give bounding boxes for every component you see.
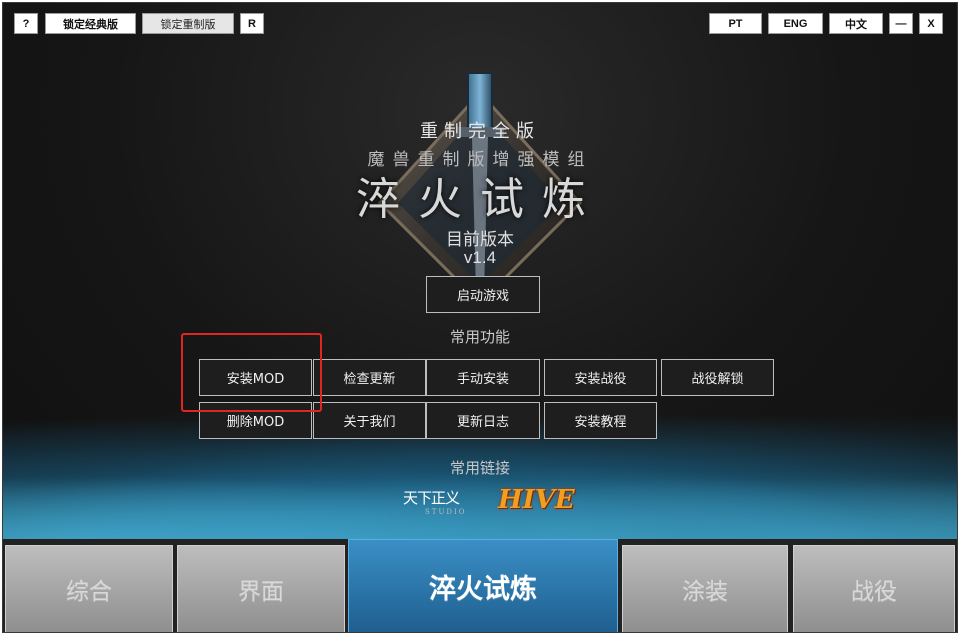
lang-zh-button[interactable]: 中文 — [829, 13, 883, 34]
tab-general[interactable]: 综合 — [5, 545, 173, 632]
r-button[interactable]: R — [240, 13, 264, 34]
lang-eng-button[interactable]: ENG — [768, 13, 823, 34]
changelog-button[interactable]: 更新日志 — [426, 402, 540, 439]
launcher-window: ? 锁定经典版 锁定重制版 R PT ENG 中文 — X 重制完全版 魔兽重制… — [2, 2, 958, 633]
tab-campaign[interactable]: 战役 — [793, 545, 955, 632]
blue-fire-glow — [3, 479, 957, 539]
logo1-sub: STUDIO — [425, 508, 467, 516]
common-functions-title: 常用功能 — [449, 328, 510, 346]
about-us-button[interactable]: 关于我们 — [313, 402, 426, 439]
logo2-text: HIVE — [498, 485, 575, 515]
help-button[interactable]: ? — [14, 13, 38, 34]
tab-interface[interactable]: 界面 — [177, 545, 345, 632]
version-value: v1.4 — [463, 248, 497, 267]
tianxia-studio-logo[interactable]: 天下正义 STUDIO — [403, 487, 473, 527]
install-tutorial-button[interactable]: 安装教程 — [544, 402, 657, 439]
bottom-tab-bar: 综合 界面 淬火试炼 涂装 战役 — [3, 539, 957, 632]
subtitle-line1: 重制完全版 — [420, 121, 540, 142]
main-title: 淬火试炼 — [356, 174, 604, 225]
campaign-unlock-button[interactable]: 战役解锁 — [661, 359, 774, 396]
launch-game-button[interactable]: 启动游戏 — [426, 276, 540, 313]
install-campaign-button[interactable]: 安装战役 — [544, 359, 657, 396]
check-update-button[interactable]: 检查更新 — [313, 359, 426, 396]
highlight-box — [181, 333, 322, 412]
tab-trial-of-fire[interactable]: 淬火试炼 — [348, 539, 618, 632]
common-links-title: 常用链接 — [449, 459, 510, 477]
minimize-button[interactable]: — — [889, 13, 913, 34]
logo1-text: 天下正义 — [403, 489, 460, 507]
hive-logo[interactable]: HIVE — [498, 485, 575, 525]
close-button[interactable]: X — [919, 13, 943, 34]
manual-install-button[interactable]: 手动安装 — [426, 359, 540, 396]
version-label: 目前版本 — [446, 230, 514, 250]
tab-skins[interactable]: 涂装 — [622, 545, 788, 632]
lock-reforged-button[interactable]: 锁定重制版 — [142, 13, 234, 34]
lang-pt-button[interactable]: PT — [709, 13, 762, 34]
lock-classic-button[interactable]: 锁定经典版 — [45, 13, 136, 34]
main-panel: ? 锁定经典版 锁定重制版 R PT ENG 中文 — X 重制完全版 魔兽重制… — [3, 3, 957, 539]
